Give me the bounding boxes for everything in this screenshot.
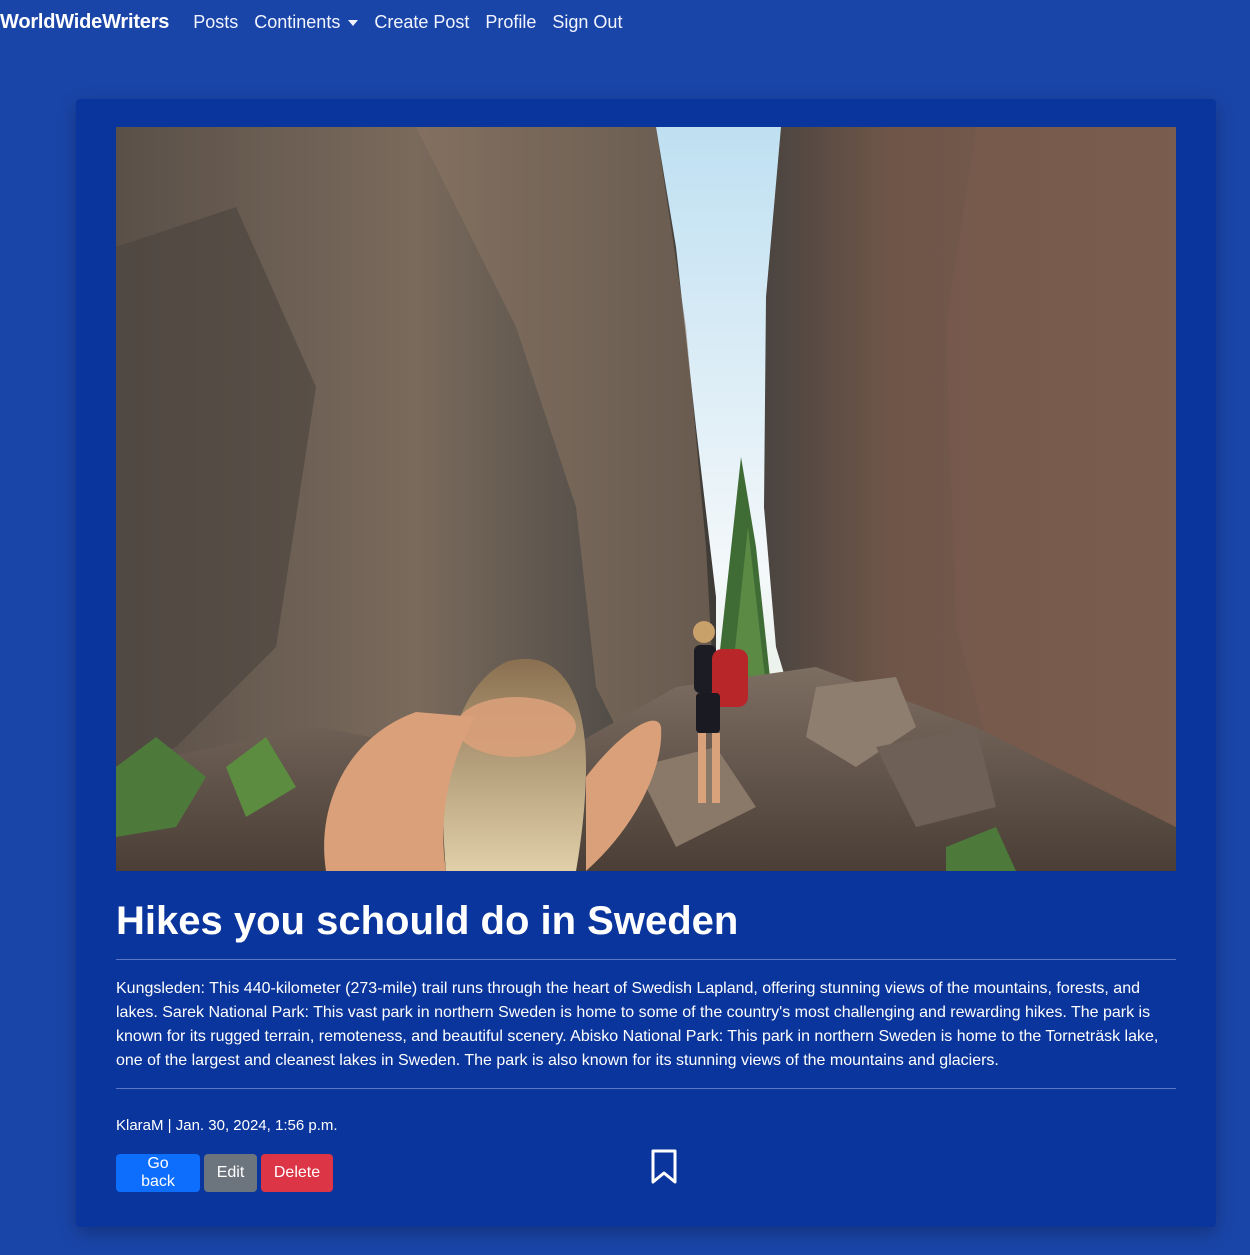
nav-link-sign-out[interactable]: Sign Out [552,12,622,33]
nav-link-create-post[interactable]: Create Post [374,12,469,33]
canyon-photo-icon [116,127,1176,871]
nav-link-posts[interactable]: Posts [193,12,238,33]
post-title: Hikes you schould do in Sweden [116,899,739,943]
post-detail-card: Hikes you schould do in Sweden Kungslede… [76,99,1216,1227]
nav-link-profile[interactable]: Profile [485,12,536,33]
nav-dropdown-continents-label: Continents [254,11,341,32]
post-image [116,127,1176,871]
post-body: Kungsleden: This 440-kilometer (273-mile… [116,980,1159,1069]
bookmark-icon[interactable] [650,1149,678,1185]
brand-logo[interactable]: WorldWideWriters [0,11,169,34]
edit-button[interactable]: Edit [204,1154,257,1192]
nav-dropdown-continents[interactable]: Continents [254,11,359,33]
navbar: WorldWideWriters Posts Continents Create… [0,0,1250,44]
go-back-button[interactable]: Go back [116,1154,200,1192]
divider [116,959,1176,960]
delete-button[interactable]: Delete [261,1154,333,1192]
divider [116,1088,1176,1089]
post-meta: KlaraM | Jan. 30, 2024, 1:56 p.m. [116,1117,338,1134]
chevron-down-icon [348,20,359,26]
